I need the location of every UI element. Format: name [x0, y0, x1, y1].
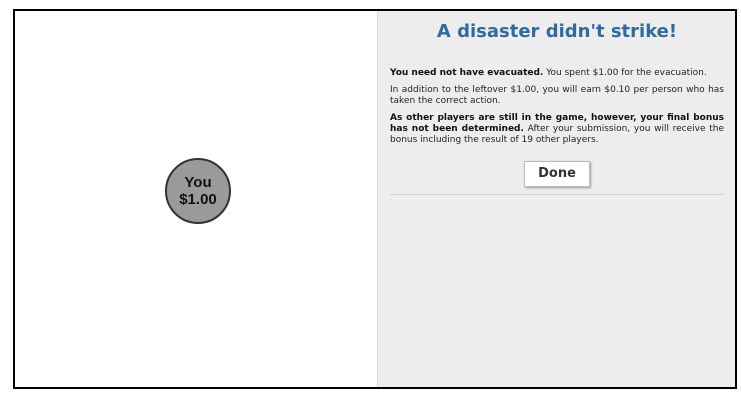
player-node-you: You $1.00	[165, 158, 231, 224]
done-button[interactable]: Done	[524, 161, 590, 187]
evacuation-bold-text: You need not have evacuated.	[390, 68, 544, 78]
game-frame: You $1.00 A disaster didn't strike! You …	[13, 9, 737, 389]
result-message: You need not have evacuated. You spent $…	[390, 68, 724, 152]
evacuation-paragraph: You need not have evacuated. You spent $…	[390, 68, 724, 79]
result-title: A disaster didn't strike!	[436, 21, 678, 42]
earnings-paragraph: In addition to the leftover $1.00, you w…	[390, 85, 724, 106]
done-row: Done	[378, 161, 736, 187]
bonus-paragraph: As other players are still in the game, …	[390, 113, 724, 146]
divider	[390, 194, 724, 195]
evacuation-text: You spent $1.00 for the evacuation.	[543, 68, 707, 78]
player-name: You	[184, 174, 212, 191]
network-pane: You $1.00	[15, 11, 377, 387]
result-panel: A disaster didn't strike! You need not h…	[377, 11, 735, 387]
player-amount: $1.00	[179, 191, 217, 208]
